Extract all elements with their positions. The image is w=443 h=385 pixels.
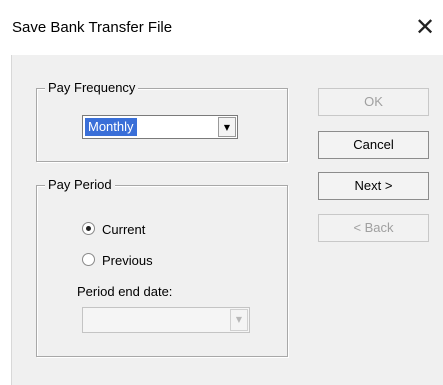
- pay-frequency-group: Pay Frequency Monthly ▼: [36, 80, 288, 162]
- chevron-down-icon[interactable]: ▼: [218, 117, 236, 137]
- radio-current-indicator[interactable]: [82, 222, 95, 235]
- chevron-down-icon[interactable]: ▼: [230, 309, 248, 331]
- period-end-date-label: Period end date:: [77, 284, 173, 299]
- close-icon[interactable]: ✕: [410, 12, 440, 42]
- title-bar: Save Bank Transfer File ✕: [0, 0, 443, 54]
- pay-frequency-legend: Pay Frequency: [45, 80, 139, 96]
- pay-frequency-select[interactable]: Monthly ▼: [82, 115, 238, 139]
- window-title: Save Bank Transfer File: [12, 19, 173, 36]
- period-end-date-select[interactable]: ▼: [82, 307, 250, 333]
- radio-previous-label: Previous: [102, 253, 153, 268]
- pay-period-group: Pay Period Current Previous Period end d…: [36, 177, 288, 357]
- radio-current-label: Current: [102, 222, 146, 237]
- back-button[interactable]: < Back: [318, 214, 429, 242]
- cancel-button[interactable]: Cancel: [318, 131, 429, 159]
- next-button[interactable]: Next >: [318, 172, 429, 200]
- ok-button[interactable]: OK: [318, 88, 429, 116]
- pay-frequency-selected-value: Monthly: [85, 118, 137, 136]
- dialog-body: Pay Frequency Monthly ▼ Pay Period Curre…: [11, 55, 443, 385]
- radio-current[interactable]: Current: [82, 222, 145, 238]
- radio-previous-indicator[interactable]: [82, 253, 95, 266]
- radio-previous[interactable]: Previous: [82, 253, 153, 269]
- pay-period-legend: Pay Period: [45, 177, 115, 193]
